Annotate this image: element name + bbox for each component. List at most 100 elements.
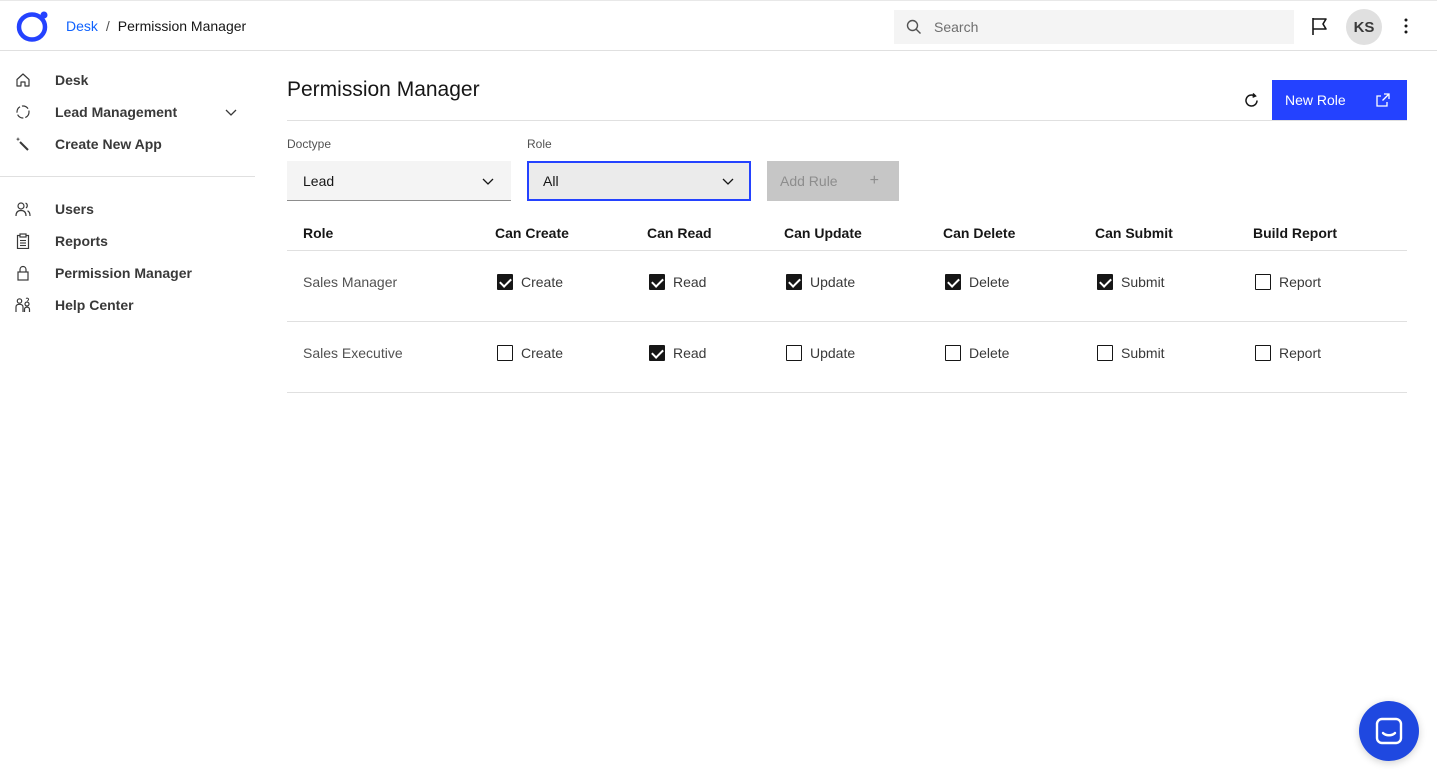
column-header-role: Role bbox=[303, 225, 334, 241]
checkbox-box[interactable] bbox=[786, 345, 802, 361]
new-role-label: New Role bbox=[1285, 92, 1346, 108]
users-icon bbox=[15, 202, 31, 217]
role-name-cell: Sales Manager bbox=[303, 274, 398, 290]
column-header-build-report: Build Report bbox=[1253, 225, 1337, 241]
checkbox-label: Submit bbox=[1121, 274, 1165, 290]
refresh-icon[interactable] bbox=[1243, 92, 1260, 109]
sidebar-item-lead-management[interactable]: Lead Management bbox=[0, 96, 255, 128]
can-update-checkbox[interactable]: Update bbox=[786, 345, 855, 361]
table-row-divider bbox=[287, 392, 1407, 393]
sidebar-item-label: Help Center bbox=[55, 297, 134, 313]
clipboard-icon bbox=[16, 233, 30, 249]
role-value: All bbox=[543, 173, 559, 189]
checkbox-box[interactable] bbox=[945, 345, 961, 361]
doctype-label: Doctype bbox=[287, 137, 332, 151]
checkbox-box[interactable] bbox=[1255, 345, 1271, 361]
role-label: Role bbox=[527, 137, 552, 151]
column-header-can-submit: Can Submit bbox=[1095, 225, 1173, 241]
help-people-icon bbox=[15, 297, 31, 312]
sidebar-item-permission-manager[interactable]: Permission Manager bbox=[0, 257, 255, 289]
app-logo-icon[interactable] bbox=[16, 10, 50, 42]
checkbox-label: Create bbox=[521, 345, 564, 361]
checkbox-box[interactable] bbox=[649, 345, 665, 361]
can-read-checkbox[interactable]: Read bbox=[649, 345, 706, 361]
search-icon bbox=[906, 19, 921, 34]
checkbox-label: Submit bbox=[1121, 345, 1165, 361]
checkbox-box[interactable] bbox=[1097, 274, 1113, 290]
doctype-select[interactable]: Lead bbox=[287, 161, 511, 201]
flag-icon[interactable] bbox=[1310, 16, 1330, 36]
column-header-can-delete: Can Delete bbox=[943, 225, 1016, 241]
sidebar-item-label: Users bbox=[55, 201, 94, 217]
checkbox-box[interactable] bbox=[1097, 345, 1113, 361]
chat-launcher-button[interactable] bbox=[1359, 701, 1419, 761]
breadcrumb-link-desk[interactable]: Desk bbox=[66, 18, 98, 34]
sidebar-item-label: Lead Management bbox=[55, 104, 178, 120]
user-avatar[interactable]: KS bbox=[1346, 9, 1382, 45]
breadcrumb-separator: / bbox=[105, 18, 110, 34]
home-icon bbox=[16, 73, 30, 87]
dashed-circle-icon bbox=[16, 105, 30, 119]
sidebar-item-desk[interactable]: Desk bbox=[0, 64, 255, 96]
sidebar-item-reports[interactable]: Reports bbox=[0, 225, 255, 257]
top-header: Desk / Permission Manager KS bbox=[0, 0, 1437, 51]
magic-wand-icon bbox=[15, 137, 29, 151]
add-icon: + bbox=[869, 172, 879, 189]
checkbox-box[interactable] bbox=[945, 274, 961, 290]
checkbox-label: Read bbox=[673, 345, 707, 361]
sidebar-item-help-center[interactable]: Help Center bbox=[0, 289, 255, 321]
sidebar-item-create-new-app[interactable]: Create New App bbox=[0, 128, 255, 160]
lock-icon bbox=[17, 265, 29, 281]
chevron-down-icon[interactable] bbox=[224, 105, 238, 119]
column-header-can-create: Can Create bbox=[495, 225, 569, 241]
table-header-divider bbox=[287, 250, 1407, 251]
breadcrumb: Desk / Permission Manager bbox=[66, 18, 246, 34]
chevron-down-icon bbox=[722, 178, 734, 185]
checkbox-label: Update bbox=[810, 274, 856, 290]
checkbox-label: Update bbox=[810, 345, 856, 361]
can-delete-checkbox[interactable]: Delete bbox=[945, 274, 1009, 290]
chat-icon bbox=[1375, 717, 1403, 745]
column-header-can-read: Can Read bbox=[647, 225, 712, 241]
sidebar-item-label: Create New App bbox=[55, 136, 162, 152]
role-select[interactable]: All bbox=[527, 161, 751, 201]
sidebar-item-label: Desk bbox=[55, 72, 89, 88]
can-create-checkbox[interactable]: Create bbox=[497, 274, 563, 290]
search-input[interactable] bbox=[934, 19, 1274, 35]
checkbox-box[interactable] bbox=[786, 274, 802, 290]
can-submit-checkbox[interactable]: Submit bbox=[1097, 274, 1165, 290]
build-report-checkbox[interactable]: Report bbox=[1255, 274, 1321, 290]
doctype-value: Lead bbox=[303, 172, 335, 189]
checkbox-box[interactable] bbox=[1255, 274, 1271, 290]
breadcrumb-current: Permission Manager bbox=[117, 18, 247, 34]
can-delete-checkbox[interactable]: Delete bbox=[945, 345, 1009, 361]
title-divider bbox=[287, 120, 1407, 121]
checkbox-label: Create bbox=[521, 274, 564, 290]
add-rule-label: Add Rule bbox=[780, 173, 838, 189]
sidebar-item-label: Permission Manager bbox=[55, 265, 192, 281]
checkbox-box[interactable] bbox=[649, 274, 665, 290]
can-read-checkbox[interactable]: Read bbox=[649, 274, 706, 290]
can-create-checkbox[interactable]: Create bbox=[497, 345, 563, 361]
search-bar[interactable] bbox=[894, 10, 1294, 44]
add-rule-button[interactable]: Add Rule + bbox=[767, 161, 899, 201]
table-row-divider bbox=[287, 321, 1407, 322]
checkbox-label: Report bbox=[1279, 345, 1322, 361]
sidebar-item-users[interactable]: Users bbox=[0, 193, 255, 225]
overflow-menu-icon[interactable] bbox=[1398, 16, 1414, 36]
can-submit-checkbox[interactable]: Submit bbox=[1097, 345, 1165, 361]
checkbox-box[interactable] bbox=[497, 274, 513, 290]
checkbox-box[interactable] bbox=[497, 345, 513, 361]
page-title: Permission Manager bbox=[287, 78, 480, 101]
column-header-can-update: Can Update bbox=[784, 225, 862, 241]
checkbox-label: Delete bbox=[969, 345, 1010, 361]
sidebar-item-label: Reports bbox=[55, 233, 108, 249]
can-update-checkbox[interactable]: Update bbox=[786, 274, 855, 290]
launch-icon bbox=[1376, 93, 1390, 107]
role-name-cell: Sales Executive bbox=[303, 345, 403, 361]
checkbox-label: Delete bbox=[969, 274, 1010, 290]
build-report-checkbox[interactable]: Report bbox=[1255, 345, 1321, 361]
sidebar-divider bbox=[0, 176, 255, 177]
chevron-down-icon bbox=[482, 178, 494, 185]
new-role-button[interactable]: New Role bbox=[1272, 80, 1407, 120]
